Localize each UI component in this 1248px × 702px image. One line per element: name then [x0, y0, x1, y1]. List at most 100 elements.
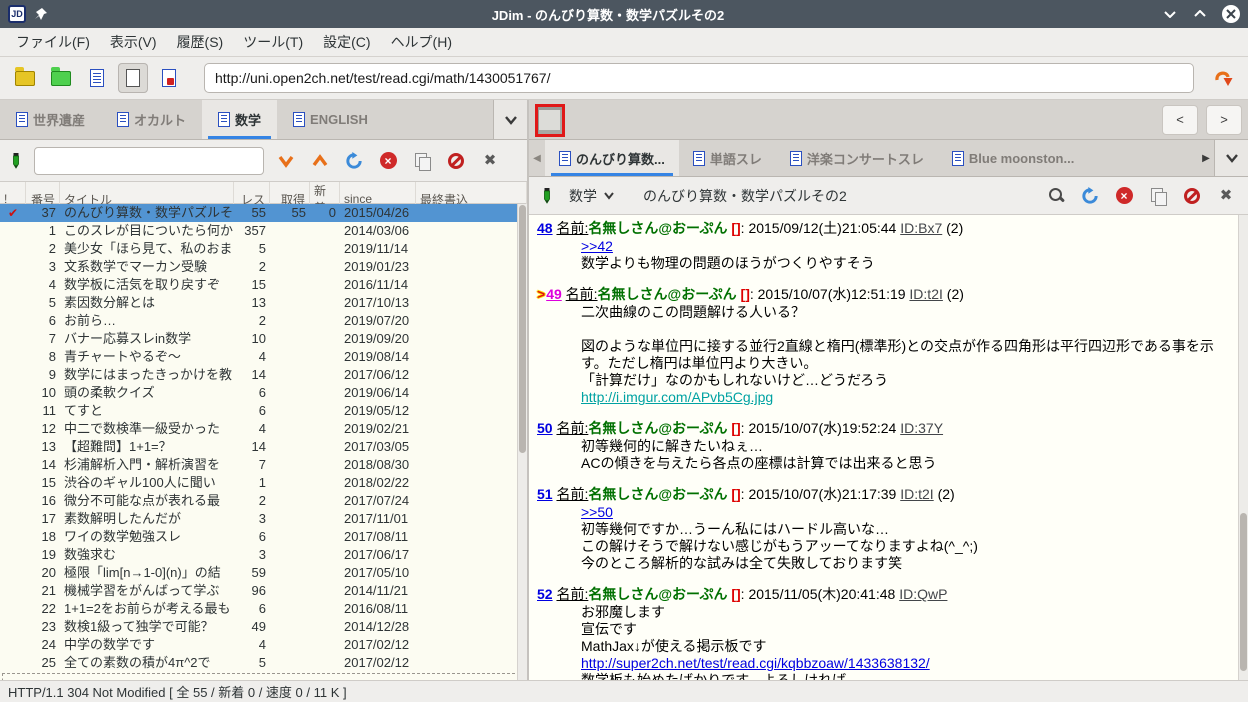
thread-list-row[interactable]: 21 機械学習をがんばって学ぶ 96 2014/11/21	[0, 582, 527, 600]
thread-list-row[interactable]: 19 数強求む 3 2017/06/17	[0, 546, 527, 564]
thread-tab[interactable]: Blue moonston...	[938, 140, 1088, 176]
list-scrollbar-handle[interactable]	[519, 205, 526, 453]
open-board-button[interactable]	[10, 63, 40, 93]
menu-item-1[interactable]: 表示(V)	[100, 28, 167, 56]
reply-anchor-link[interactable]: >>42	[581, 238, 613, 254]
favorite-board-button[interactable]	[46, 63, 76, 93]
image-next-button[interactable]: >	[1206, 104, 1242, 135]
thread-list-row[interactable]: 15 渋谷のギャル100人に聞い 1 2018/02/22	[0, 474, 527, 492]
post-id-link[interactable]: ID:Bx7	[900, 220, 942, 236]
minimize-button[interactable]	[1162, 6, 1178, 22]
thread-list-row[interactable]: 12 中二で数検準一級受かった 4 2019/02/21	[0, 420, 527, 438]
post-id-link[interactable]: ID:QwP	[899, 586, 947, 602]
thread-list-row[interactable]: 4 数学板に活気を取り戻すぞ 15 2016/11/14	[0, 276, 527, 294]
reply-anchor-link[interactable]: >>50	[581, 504, 613, 520]
image-prev-button[interactable]: <	[1162, 104, 1198, 135]
post-name[interactable]: 名無しさん@おーぷん	[588, 420, 727, 436]
thread-list-row[interactable]: 2 美少女「ほら見て、私のおま 5 2019/11/14	[0, 240, 527, 258]
board-search-input[interactable]	[34, 146, 264, 175]
thread-stop-button[interactable]: ×	[1112, 184, 1136, 208]
thread-tab[interactable]: 単語スレ	[679, 140, 776, 176]
post-id-link[interactable]: ID:t2I	[900, 486, 933, 502]
post-number-link[interactable]: 49	[546, 286, 562, 302]
board-tab-list-button[interactable]	[493, 100, 527, 139]
maximize-button[interactable]	[1192, 6, 1208, 22]
thread-list-row[interactable]: 1 このスレが目についたら何か 357 2014/03/06	[0, 222, 527, 240]
board-tab[interactable]: ENGLISH	[277, 100, 384, 139]
thread-copy-button[interactable]	[1146, 184, 1170, 208]
list-focus-row	[2, 673, 525, 680]
board-tab[interactable]: 世界遺産	[0, 100, 101, 139]
thread-list-row[interactable]: 22 1+1=2をお前らが考える最も 6 2016/08/11	[0, 600, 527, 618]
thread-list-row[interactable]: 6 お前ら… 2 2019/07/20	[0, 312, 527, 330]
menu-item-2[interactable]: 履歴(S)	[167, 28, 234, 56]
thread-list-row[interactable]: 20 極限「lim[n→1-0](n)」の結 59 2017/05/10	[0, 564, 527, 582]
post-name[interactable]: 名無しさん@おーぷん	[588, 586, 727, 602]
thread-list-row[interactable]: 5 素因数分解とは 13 2017/10/13	[0, 294, 527, 312]
thread-scrollbar-handle[interactable]	[1240, 512, 1247, 671]
stop-load-button[interactable]: ×	[376, 149, 400, 173]
post-number-link[interactable]: 50	[537, 420, 553, 436]
menu-item-3[interactable]: ツール(T)	[233, 28, 313, 56]
thread-list-row[interactable]: 10 頭の柔軟クイズ 6 2019/06/14	[0, 384, 527, 402]
reload-list-button[interactable]	[342, 149, 366, 173]
write-icon[interactable]	[8, 152, 24, 170]
copy-button[interactable]	[410, 149, 434, 173]
thread-list-row[interactable]: ✔ 37 のんびり算数・数学パズルその2 55 55 0 2015/04/26	[0, 204, 527, 222]
post-line: 数学板も始めたばかりです、よろしければ	[581, 672, 847, 680]
tabs-scroll-right-button[interactable]: ▶	[1198, 140, 1214, 176]
post-number-link[interactable]: 52	[537, 586, 553, 602]
thread-list-row[interactable]: 14 杉浦解析入門・解析演習を 7 2018/08/30	[0, 456, 527, 474]
thread-list-row[interactable]: 11 てすと 6 2019/05/12	[0, 402, 527, 420]
board-tab[interactable]: オカルト	[101, 100, 202, 139]
thread-list-row[interactable]: 18 ワイの数学勉強スレ 6 2017/08/11	[0, 528, 527, 546]
thread-list-row[interactable]: 16 微分不可能な点が表れる最 2 2017/07/24	[0, 492, 527, 510]
url-input[interactable]	[204, 63, 1194, 93]
tabs-scroll-left-button[interactable]: ◀	[529, 140, 545, 176]
url-link[interactable]: http://super2ch.net/test/read.cgi/kqbbzo…	[581, 655, 930, 671]
thread-list-row[interactable]: 9 数学にはまったきっかけを教 14 2017/06/12	[0, 366, 527, 384]
url-link[interactable]: http://i.imgur.com/APvb5Cg.jpg	[581, 389, 773, 405]
thread-search-button[interactable]	[1044, 184, 1068, 208]
image-thumbnail-tab[interactable]	[535, 104, 565, 137]
thread-list-row[interactable]: 3 文系数学でマーカン受験 2 2019/01/23	[0, 258, 527, 276]
write-post-icon[interactable]	[539, 187, 555, 205]
post-name[interactable]: 名無しさん@おーぷん	[588, 486, 727, 502]
thread-list-row[interactable]: 25 全ての素数の積が4π^2で 5 2017/02/12	[0, 654, 527, 672]
post-number-link[interactable]: 51	[537, 486, 553, 502]
menu-item-4[interactable]: 設定(C)	[313, 28, 380, 56]
go-url-button[interactable]	[1208, 63, 1238, 93]
thread-list-row[interactable]: 23 数検1級って独学で可能？ 49 2014/12/28	[0, 618, 527, 636]
thread-list-button[interactable]	[82, 63, 112, 93]
thread-list-row[interactable]: 17 素数解明したんだが 3 2017/11/01	[0, 510, 527, 528]
thread-abone-button[interactable]	[1180, 184, 1204, 208]
search-up-button[interactable]	[308, 149, 332, 173]
post-id-link[interactable]: ID:t2I	[909, 286, 942, 302]
thread-list-row[interactable]: 8 青チャートやるぞ～ 4 2019/08/14	[0, 348, 527, 366]
thread-list-row[interactable]: 7 バナー応募スレin数学 10 2019/09/20	[0, 330, 527, 348]
post-name[interactable]: 名無しさん@おーぷん	[598, 286, 737, 302]
thread-scrollbar[interactable]	[1238, 215, 1248, 680]
thread-list-row[interactable]: 24 中学の数学です 4 2017/02/12	[0, 636, 527, 654]
menu-item-0[interactable]: ファイル(F)	[6, 28, 100, 56]
thread-close-button[interactable]: ✖	[1214, 184, 1238, 208]
pin-icon[interactable]	[34, 7, 48, 21]
abone-button[interactable]	[444, 149, 468, 173]
close-button[interactable]	[1222, 5, 1240, 23]
thread-view-button[interactable]	[118, 63, 148, 93]
thread-tab[interactable]: 洋楽コンサートスレ	[776, 140, 938, 176]
thread-tab-list-button[interactable]	[1214, 140, 1248, 176]
post-name[interactable]: 名無しさん@おーぷん	[588, 220, 727, 236]
list-scrollbar[interactable]	[517, 204, 527, 680]
board-select-dropdown[interactable]: 数学	[565, 184, 619, 208]
close-search-button[interactable]: ✖	[478, 149, 502, 173]
image-view-button[interactable]	[154, 63, 184, 93]
thread-tab[interactable]: のんびり算数...	[545, 140, 679, 176]
search-down-button[interactable]	[274, 149, 298, 173]
thread-reload-button[interactable]	[1078, 184, 1102, 208]
post-number-link[interactable]: 48	[537, 220, 553, 236]
thread-list-row[interactable]: 13 【超難問】1+1=？ 14 2017/03/05	[0, 438, 527, 456]
menu-item-5[interactable]: ヘルプ(H)	[381, 28, 462, 56]
post-id-link[interactable]: ID:37Y	[900, 420, 943, 436]
board-tab[interactable]: 数学	[202, 100, 278, 139]
